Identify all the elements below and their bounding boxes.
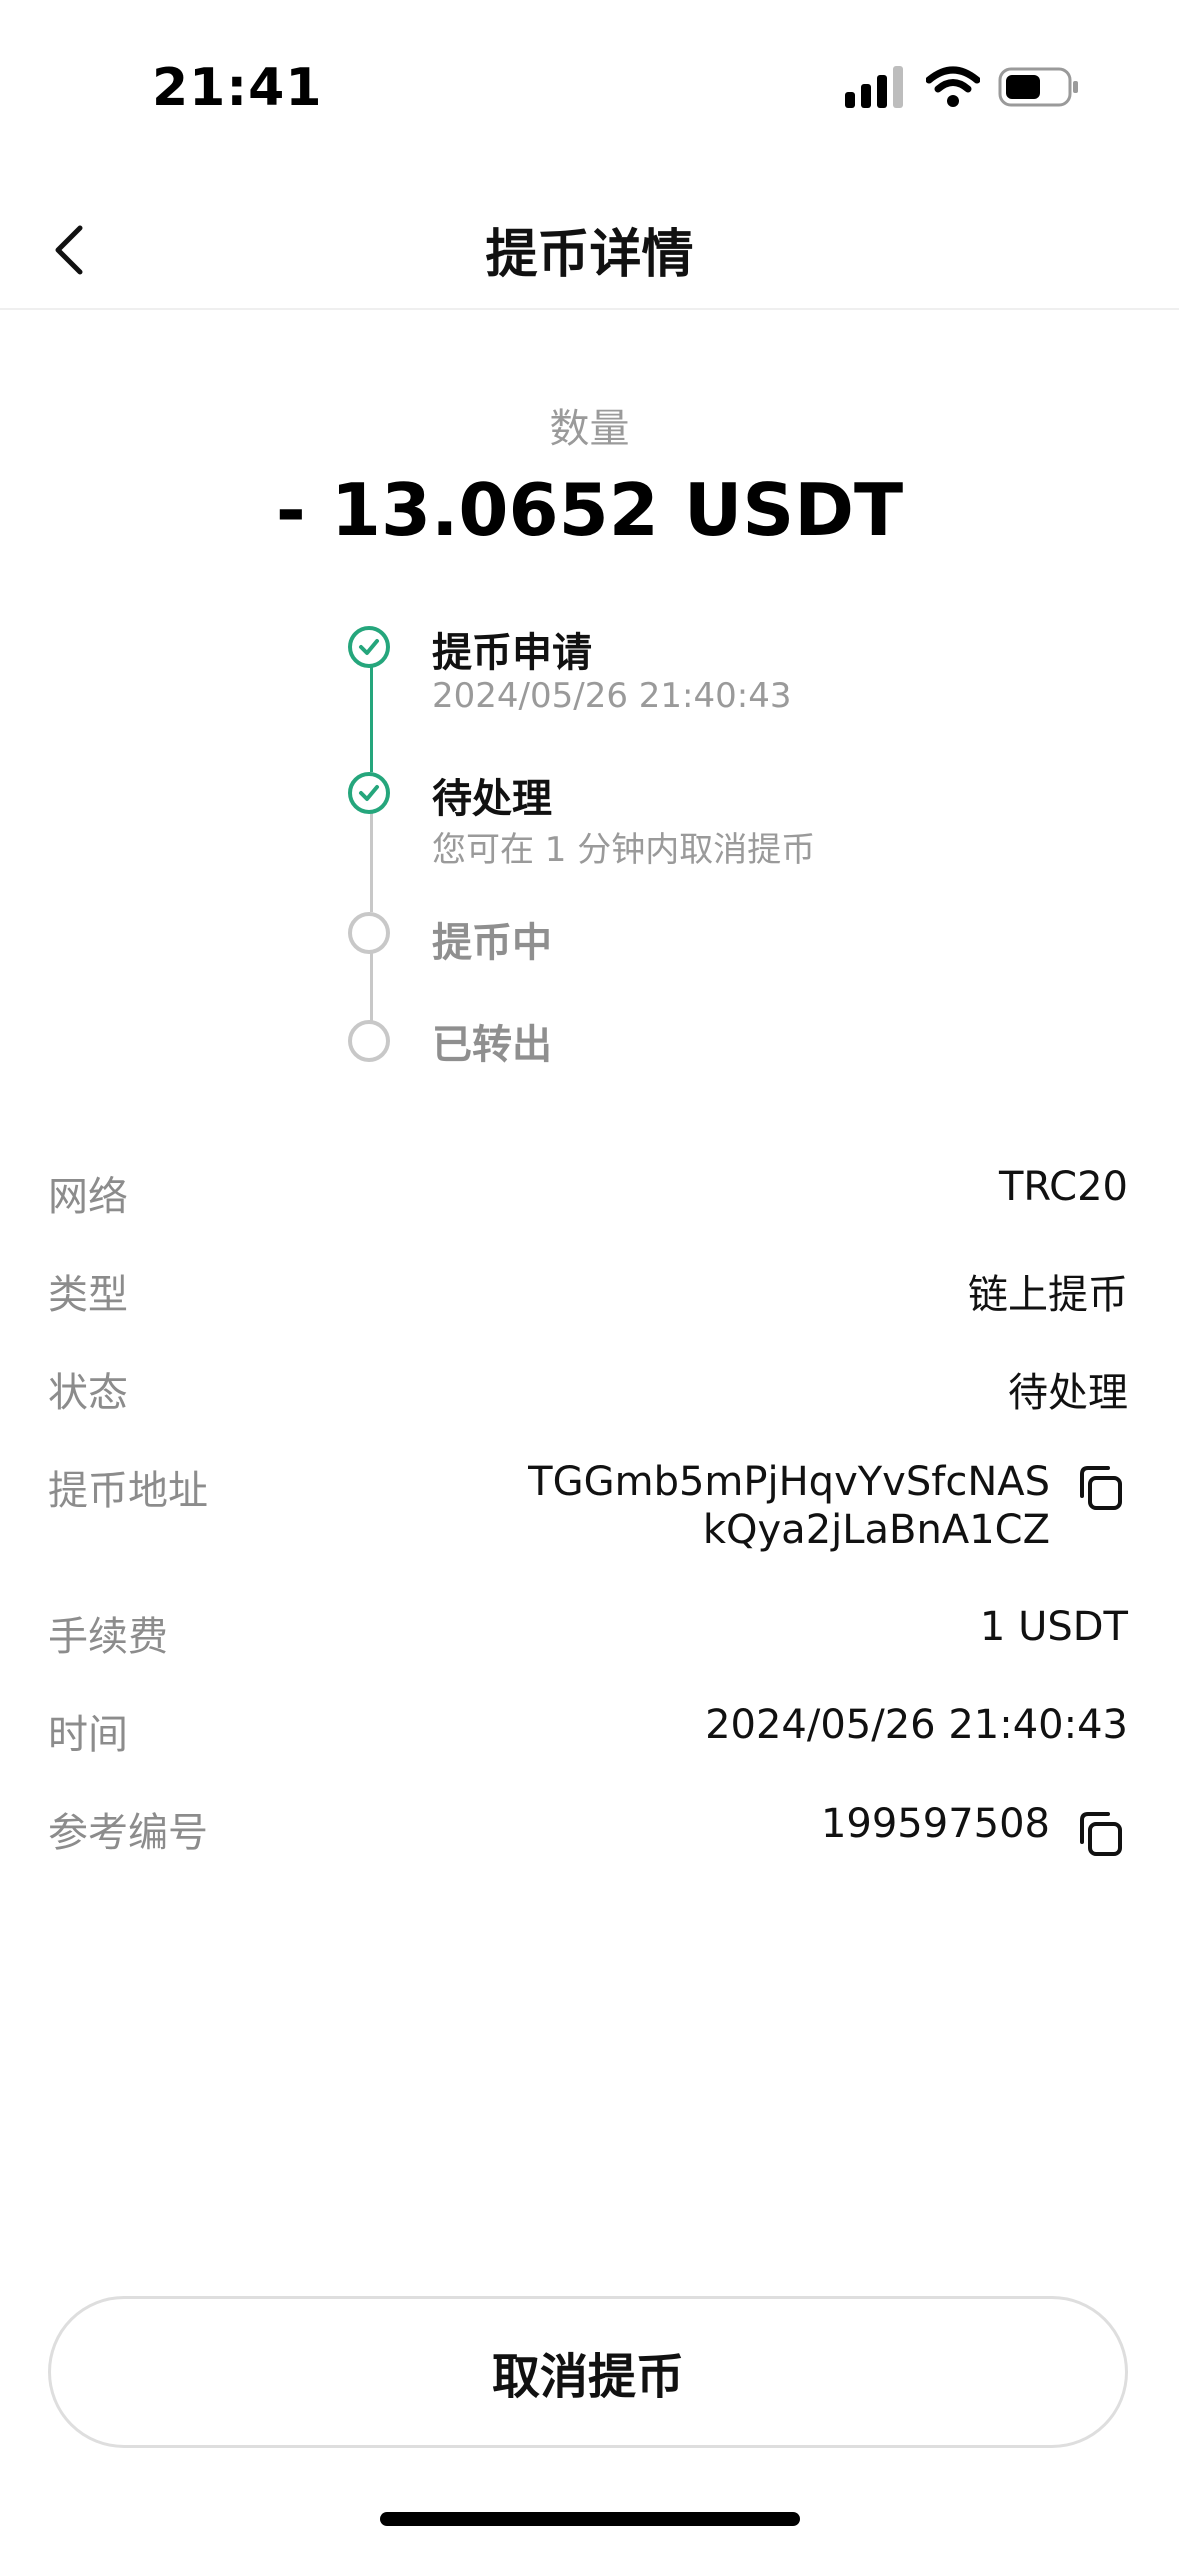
detail-row-type: 类型 链上提币 (48, 1262, 1128, 1322)
address-line-1: TGGmb5mPjHqvYvSfcNAS (528, 1459, 1050, 1505)
check-icon (359, 639, 379, 655)
battery-icon (998, 67, 1078, 107)
timeline-step-pending-icon (348, 912, 390, 954)
withdrawal-timeline: 提币申请 2024/05/26 21:40:43 待处理 您可在 1 分钟内取消… (340, 620, 940, 1080)
copy-address-icon[interactable] (1072, 1460, 1128, 1516)
home-indicator[interactable] (380, 2512, 800, 2526)
address-line-2: kQya2jLaBnA1CZ (702, 1507, 1050, 1553)
detail-row-status: 状态 待处理 (48, 1360, 1128, 1420)
timeline-connector (370, 662, 373, 772)
withdraw-address: TGGmb5mPjHqvYvSfcNAS kQya2jLaBnA1CZ (528, 1458, 1050, 1554)
detail-label: 手续费 (48, 1614, 168, 1660)
detail-value: 链上提币 (968, 1272, 1128, 1318)
timeline-step-title: 提币申请 (432, 630, 592, 676)
timeline-step-done-icon (348, 772, 390, 814)
detail-value: TRC20 (998, 1164, 1128, 1210)
timeline-step-subtitle: 2024/05/26 21:40:43 (432, 676, 792, 716)
detail-row-fee: 手续费 1 USDT (48, 1604, 1128, 1664)
detail-label: 参考编号 (48, 1810, 208, 1856)
wifi-icon (926, 66, 980, 107)
detail-row-address: 提币地址 TGGmb5mPjHqvYvSfcNAS kQya2jLaBnA1CZ (48, 1458, 1128, 1568)
nav-bar: 提币详情 (0, 190, 1179, 310)
timeline-step-title: 已转出 (432, 1022, 552, 1068)
detail-label: 类型 (48, 1272, 128, 1318)
detail-row-reference: 参考编号 199597508 (48, 1800, 1128, 1864)
detail-value: 2024/05/26 21:40:43 (705, 1702, 1128, 1748)
detail-value: 1 USDT (979, 1604, 1128, 1650)
amount-value: - 13.0652 USDT (275, 468, 904, 552)
detail-row-time: 时间 2024/05/26 21:40:43 (48, 1702, 1128, 1762)
page-title: 提币详情 (485, 225, 694, 285)
timeline-step-subtitle: 您可在 1 分钟内取消提币 (432, 830, 816, 870)
check-icon (359, 785, 379, 801)
detail-label: 提币地址 (48, 1468, 208, 1514)
timeline-step-title: 提币中 (432, 920, 552, 966)
timeline-step-title: 待处理 (432, 776, 552, 822)
copy-reference-icon[interactable] (1072, 1806, 1128, 1862)
detail-label: 时间 (48, 1712, 128, 1758)
timeline-connector (370, 950, 373, 1022)
timeline-step-pending-icon (348, 1020, 390, 1062)
amount-label: 数量 (549, 406, 630, 452)
signal-icon (845, 66, 903, 108)
reference-number: 199597508 (820, 1801, 1050, 1847)
detail-value: 待处理 (1008, 1370, 1128, 1416)
detail-label: 状态 (48, 1370, 128, 1416)
timeline-step-done-icon (348, 626, 390, 668)
detail-label: 网络 (48, 1174, 128, 1220)
timeline-connector (370, 808, 373, 912)
status-time: 21:41 (152, 58, 323, 118)
detail-row-network: 网络 TRC20 (48, 1164, 1128, 1224)
cancel-withdrawal-button[interactable]: 取消提币 (48, 2296, 1128, 2448)
